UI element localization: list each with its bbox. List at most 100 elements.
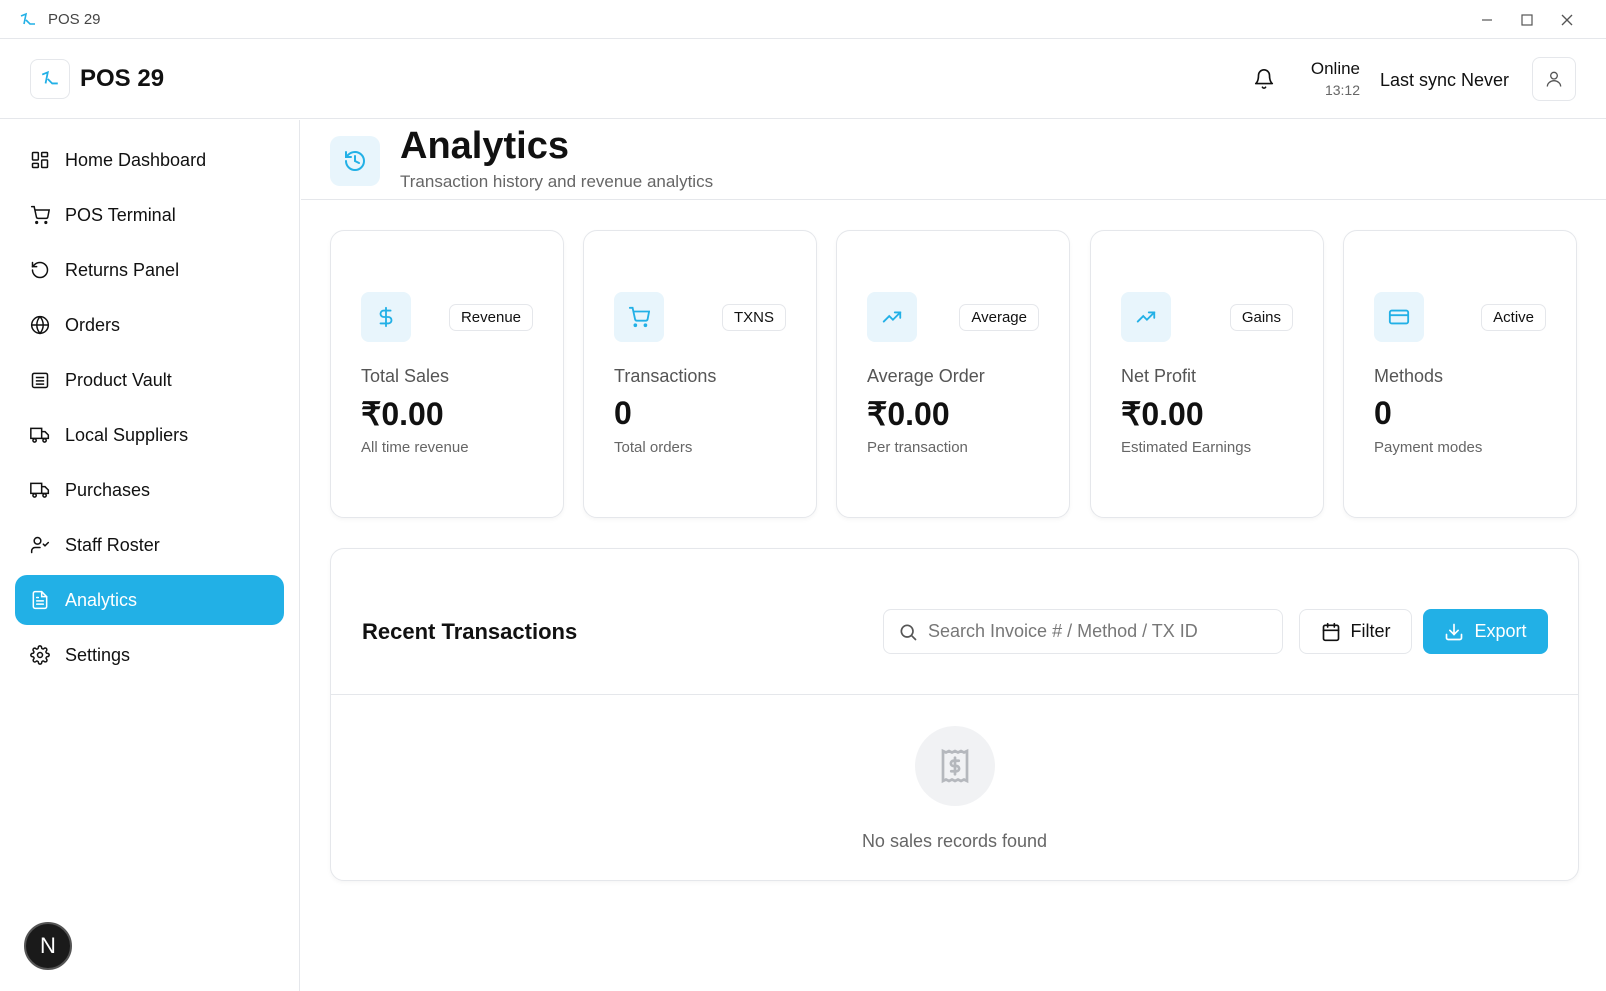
search-icon [900, 624, 917, 640]
last-sync-status: Last sync Never [1380, 70, 1510, 90]
card-icon-wrap [867, 292, 917, 342]
stat-card-transactions: TXNS Transactions 0 Total orders [583, 230, 817, 518]
app-header: POS 29 Online 13:12 Last sync Never [0, 39, 1606, 119]
trend-up-icon [882, 311, 902, 323]
card-note: All time revenue [361, 439, 469, 456]
sidebar-item-label: Settings [65, 644, 131, 665]
sidebar-item-returns-panel[interactable]: Returns Panel [15, 245, 284, 295]
window-titlebar: POS 29 [0, 0, 1606, 39]
card-note: Estimated Earnings [1121, 439, 1252, 456]
card-label: Average Order [867, 366, 985, 386]
export-label: Export [1474, 621, 1527, 641]
card-icon-wrap [1121, 292, 1171, 342]
card-label: Total Sales [361, 366, 450, 386]
user-icon [1546, 71, 1562, 87]
calendar-icon [1322, 622, 1339, 641]
sidebar-item-label: Home Dashboard [65, 149, 207, 170]
empty-state-icon-wrap [915, 726, 995, 806]
card-value: ₹0.00 [361, 396, 444, 432]
stat-card-net-profit: Gains Net Profit ₹0.00 Estimated Earning… [1090, 230, 1324, 518]
sidebar-item-analytics[interactable]: Analytics [15, 575, 284, 625]
undo-icon [31, 261, 49, 279]
sidebar-item-product-vault[interactable]: Product Vault [15, 355, 284, 405]
maximize-icon [1521, 14, 1533, 26]
trend-up-icon [1136, 311, 1156, 323]
dev-badge[interactable]: N [24, 922, 72, 970]
close-button[interactable] [1555, 8, 1579, 32]
stat-card-total-sales: Revenue Total Sales ₹0.00 All time reven… [330, 230, 564, 518]
bell-icon[interactable] [1253, 68, 1275, 90]
window-title: POS 29 [48, 11, 101, 28]
export-button[interactable]: Export [1423, 609, 1548, 654]
sidebar-item-label: Product Vault [65, 369, 172, 390]
card-note: Payment modes [1374, 439, 1483, 456]
vault-icon [31, 372, 49, 389]
history-icon [345, 150, 365, 171]
app-logo-icon [41, 70, 58, 85]
panel-title: Recent Transactions [362, 619, 578, 644]
sidebar-item-settings[interactable]: Settings [15, 630, 284, 680]
sidebar-item-label: Returns Panel [65, 259, 180, 280]
sidebar-item-pos-terminal[interactable]: POS Terminal [15, 190, 284, 240]
brand-logo[interactable] [30, 59, 70, 99]
truck-icon [30, 427, 50, 443]
page-icon [330, 136, 380, 186]
sidebar-item-purchases[interactable]: Purchases [15, 465, 284, 515]
cart-icon [628, 306, 650, 328]
card-note: Total orders [614, 439, 693, 456]
minimize-icon [1482, 19, 1492, 21]
minimize-button[interactable] [1475, 8, 1499, 32]
receipt-icon [941, 748, 969, 784]
truck-icon [30, 482, 50, 498]
user-menu-button[interactable] [1532, 57, 1576, 101]
sidebar-item-label: Purchases [65, 479, 151, 500]
card-icon-wrap [614, 292, 664, 342]
app-logo-icon [20, 12, 35, 25]
globe-icon [30, 315, 50, 335]
download-icon [1446, 623, 1463, 640]
sidebar-item-staff-roster[interactable]: Staff Roster [15, 520, 284, 570]
user-check-icon [30, 536, 50, 554]
panel-header: Recent Transactions Filter Export [331, 549, 1578, 695]
card-value: 0 [614, 395, 632, 431]
card-icon-wrap [1374, 292, 1424, 342]
gear-icon [30, 645, 50, 665]
maximize-button[interactable] [1515, 8, 1539, 32]
sidebar-item-label: Staff Roster [65, 534, 160, 555]
sidebar-item-local-suppliers[interactable]: Local Suppliers [15, 410, 284, 460]
card-value: 0 [1374, 395, 1392, 431]
document-icon [32, 590, 48, 610]
connection-status: Online [1310, 59, 1360, 78]
card-badge: Average [959, 304, 1039, 331]
stat-card-average-order: Average Average Order ₹0.00 Per transact… [836, 230, 1070, 518]
close-icon [1561, 14, 1573, 26]
card-value: ₹0.00 [867, 396, 950, 432]
brand-name: POS 29 [80, 65, 165, 92]
filter-label: Filter [1350, 621, 1391, 641]
sidebar-item-orders[interactable]: Orders [15, 300, 284, 350]
sidebar-item-label: Local Suppliers [65, 424, 189, 445]
dollar-icon [379, 306, 393, 328]
empty-state-text: No sales records found [861, 831, 1048, 851]
sidebar-item-label: POS Terminal [65, 204, 176, 225]
sidebar-item-home-dashboard[interactable]: Home Dashboard [15, 135, 284, 185]
card-badge: Gains [1229, 304, 1293, 331]
sidebar-item-label: Analytics [65, 589, 138, 610]
card-icon [1388, 309, 1410, 325]
stat-card-methods: Active Methods 0 Payment modes [1343, 230, 1577, 518]
grid-icon [31, 151, 49, 169]
card-badge: TXNS [721, 304, 786, 331]
search-box [883, 609, 1283, 654]
status-time: 13:12 [1324, 82, 1360, 98]
filter-button[interactable]: Filter [1299, 609, 1412, 654]
page-title: Analytics [400, 125, 569, 167]
search-input[interactable] [928, 621, 1268, 642]
page-subtitle: Transaction history and revenue analytic… [400, 172, 714, 191]
card-value: ₹0.00 [1121, 396, 1204, 432]
recent-transactions-panel: Recent Transactions Filter Export No sal… [330, 548, 1579, 881]
card-icon-wrap [361, 292, 411, 342]
card-badge: Active [1481, 304, 1546, 331]
card-badge: Revenue [448, 304, 533, 331]
card-label: Transactions [614, 366, 717, 386]
card-label: Methods [1374, 366, 1444, 386]
